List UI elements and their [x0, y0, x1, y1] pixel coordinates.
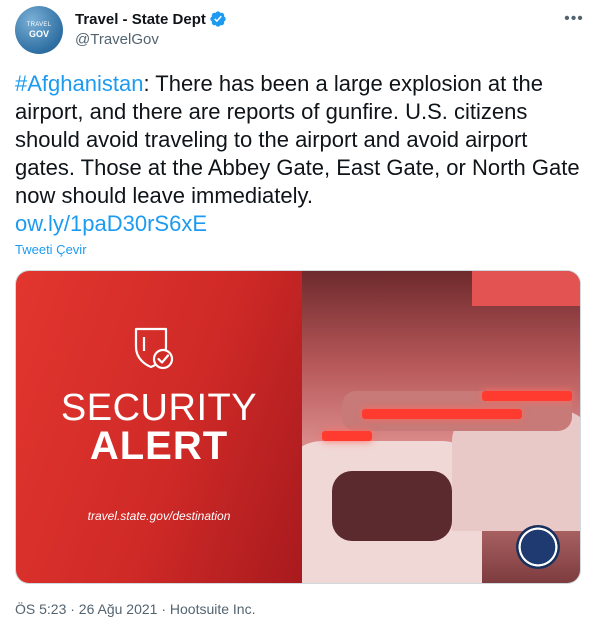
user-handle[interactable]: @TravelGov [75, 31, 159, 48]
name-row: Travel - State Dept [75, 10, 227, 28]
alert-title-line2: ALERT [89, 424, 229, 468]
state-department-seal-icon [516, 525, 560, 569]
more-icon[interactable]: ••• [563, 8, 585, 30]
police-light [482, 391, 572, 401]
tweet-text: #Afghanistan: There has been a large exp… [15, 70, 585, 210]
hashtag-link[interactable]: #Afghanistan [15, 71, 143, 96]
photo-element [472, 271, 580, 306]
tweet-timestamp[interactable]: ÖS 5:23 · 26 Ağu 2021 · Hootsuite Inc. [15, 601, 255, 617]
photo-element [332, 471, 452, 541]
tweet-link[interactable]: ow.ly/1paD30rS6xE [15, 210, 207, 238]
translate-link[interactable]: Tweeti Çevir [15, 242, 87, 257]
verified-badge-icon [210, 11, 226, 27]
alert-panel: SECURITY ALERT travel.state.gov/destinat… [16, 271, 302, 583]
alert-url: travel.state.gov/destination [87, 509, 231, 523]
avatar[interactable]: TRAVEL GOV [15, 6, 63, 54]
avatar-text-bottom: GOV [28, 28, 49, 39]
police-cars-photo [302, 271, 580, 583]
tweet-header: TRAVEL GOV Travel - State Dept @TravelGo… [15, 6, 585, 56]
tweet-media-image[interactable]: SECURITY ALERT travel.state.gov/destinat… [15, 270, 581, 584]
shield-check-icon [134, 327, 174, 370]
display-name[interactable]: Travel - State Dept [75, 11, 206, 28]
avatar-text-top: TRAVEL [26, 21, 52, 28]
police-light [322, 431, 372, 441]
police-light [362, 409, 522, 419]
